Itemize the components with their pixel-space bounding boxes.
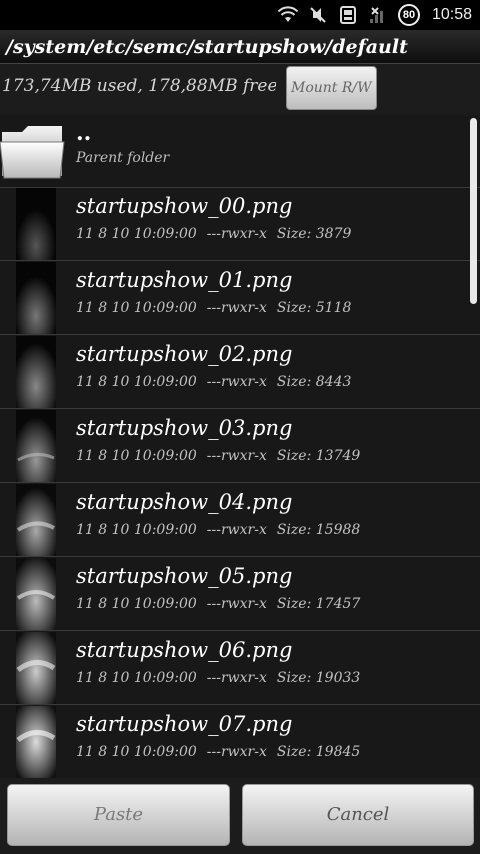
file-date: 11 8 10 10:09:00 [76,522,197,538]
mount-rw-button[interactable]: Mount R/W [286,66,377,110]
file-permissions: ---rwxr-x [206,596,267,612]
file-permissions: ---rwxr-x [206,744,267,760]
folder-icon [0,122,66,180]
parent-folder-label: Parent folder [76,150,170,166]
image-thumbnail [16,558,56,630]
current-path: /system/etc/semc/startupshow/default [0,30,480,64]
file-name: startupshow_07.png [76,712,293,736]
file-row[interactable]: startupshow_05.png 11 8 10 10:09:00 ---rw… [0,558,480,631]
file-name: startupshow_06.png [76,638,293,662]
cancel-button[interactable]: Cancel [242,784,474,846]
file-meta: 11 8 10 10:09:00 ---rwxr-x Size: 13749 [76,448,370,464]
file-size: Size: 5118 [276,300,352,316]
file-date: 11 8 10 10:09:00 [76,744,197,760]
file-name: startupshow_00.png [76,194,293,218]
parent-folder-row[interactable]: .. Parent folder [0,116,480,188]
file-name: startupshow_05.png [76,564,293,588]
list-scrollbar[interactable] [470,118,477,304]
image-thumbnail [16,188,56,260]
file-row[interactable]: startupshow_01.png 11 8 10 10:09:00 ---rw… [0,262,480,335]
image-thumbnail [16,706,56,778]
file-size: Size: 8443 [276,374,352,390]
file-meta: 11 8 10 10:09:00 ---rwxr-x Size: 19033 [76,670,370,686]
image-thumbnail [16,632,56,704]
file-meta: 11 8 10 10:09:00 ---rwxr-x Size: 8443 [76,374,361,390]
file-name: startupshow_02.png [76,342,293,366]
file-date: 11 8 10 10:09:00 [76,374,197,390]
file-permissions: ---rwxr-x [206,522,267,538]
file-size: Size: 19845 [276,744,361,760]
file-permissions: ---rwxr-x [206,374,267,390]
wifi-icon [277,5,298,25]
file-date: 11 8 10 10:09:00 [76,300,197,316]
file-row[interactable]: startupshow_07.png 11 8 10 10:09:00 ---rw… [0,706,480,778]
file-meta: 11 8 10 10:09:00 ---rwxr-x Size: 3879 [76,226,361,242]
action-bar: Paste Cancel [0,778,480,854]
battery-indicator: 80 [397,4,420,26]
parent-folder-name: .. [76,120,92,146]
file-permissions: ---rwxr-x [206,448,267,464]
file-size: Size: 19033 [276,670,361,686]
file-row[interactable]: startupshow_02.png 11 8 10 10:09:00 ---rw… [0,336,480,409]
file-name: startupshow_04.png [76,490,293,514]
file-meta: 11 8 10 10:09:00 ---rwxr-x Size: 5118 [76,300,361,316]
file-meta: 11 8 10 10:09:00 ---rwxr-x Size: 15988 [76,522,370,538]
file-size: Size: 15988 [276,522,361,538]
file-row[interactable]: startupshow_00.png 11 8 10 10:09:00 ---rw… [0,188,480,261]
no-signal-icon [368,5,388,25]
mute-icon [308,5,328,25]
clock: 10:58 [431,6,472,23]
file-date: 11 8 10 10:09:00 [76,670,197,686]
file-meta: 11 8 10 10:09:00 ---rwxr-x Size: 17457 [76,596,370,612]
file-row[interactable]: startupshow_06.png 11 8 10 10:09:00 ---rw… [0,632,480,705]
file-permissions: ---rwxr-x [206,226,267,242]
file-name: startupshow_03.png [76,416,293,440]
paste-button[interactable]: Paste [7,784,230,846]
file-size: Size: 17457 [276,596,361,612]
file-permissions: ---rwxr-x [206,670,267,686]
image-thumbnail [16,410,56,482]
file-row[interactable]: startupshow_03.png 11 8 10 10:09:00 ---rw… [0,410,480,483]
file-date: 11 8 10 10:09:00 [76,226,197,242]
sd-card-icon [338,5,358,25]
file-date: 11 8 10 10:09:00 [76,448,197,464]
file-list[interactable]: .. Parent folder startupshow_00.png 11 8… [0,116,480,778]
file-date: 11 8 10 10:09:00 [76,596,197,612]
file-size: Size: 3879 [276,226,352,242]
file-size: Size: 13749 [276,448,361,464]
image-thumbnail [16,262,56,334]
storage-info-text: 173,74MB used, 178,88MB free, r/o [2,76,276,96]
file-permissions: ---rwxr-x [206,300,267,316]
image-thumbnail [16,484,56,556]
storage-info-bar: 173,74MB used, 178,88MB free, r/o Mount … [0,64,480,114]
file-row[interactable]: startupshow_04.png 11 8 10 10:09:00 ---rw… [0,484,480,557]
file-meta: 11 8 10 10:09:00 ---rwxr-x Size: 19845 [76,744,370,760]
status-bar: 80 10:58 [0,0,480,30]
file-name: startupshow_01.png [76,268,293,292]
image-thumbnail [16,336,56,408]
